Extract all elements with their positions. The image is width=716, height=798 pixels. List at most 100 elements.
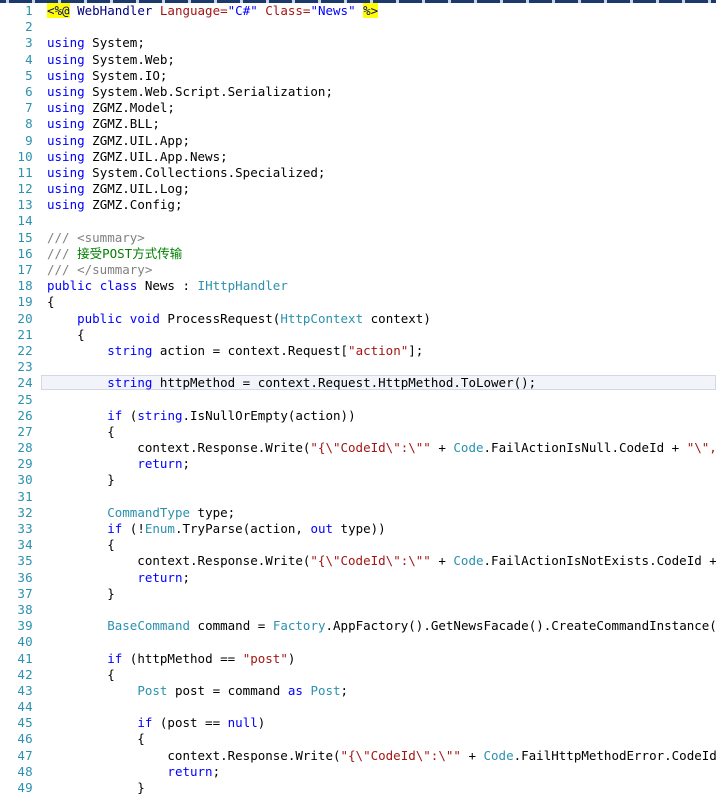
line-number[interactable]: 45 [0,715,33,731]
code-line-text[interactable]: if (post == null) [47,715,265,731]
line-number[interactable]: 5 [0,68,33,84]
line-number[interactable]: 12 [0,181,33,197]
code-line-text[interactable]: BaseCommand command = Factory.AppFactory… [47,618,716,634]
code-line-text[interactable]: string httpMethod = context.Request.Http… [47,375,536,391]
line-number[interactable]: 34 [0,537,33,553]
code-line-text[interactable]: context.Response.Write("{\"CodeId\":\"" … [47,748,716,764]
line-number[interactable]: 38 [0,602,33,618]
line-number[interactable]: 49 [0,780,33,796]
code-line-text[interactable]: /// 接受POST方式传输 [47,246,182,262]
code-line-text[interactable]: return; [47,764,220,780]
code-line-text[interactable]: CommandType type; [47,505,235,521]
code-line-text[interactable]: using System.Web.Script.Serialization; [47,84,333,100]
code-line-text[interactable]: if (!Enum.TryParse(action, out type)) [47,521,385,537]
code-line[interactable]: 37 } [0,586,716,602]
code-line[interactable]: 48 return; [0,764,716,780]
code-line[interactable]: 19 { [0,294,716,310]
line-number[interactable]: 19 [0,294,33,310]
line-number[interactable]: 21 [0,327,33,343]
code-line-text[interactable]: context.Response.Write("{\"CodeId\":\"" … [47,440,716,456]
code-line[interactable]: 15 /// <summary> [0,230,716,246]
code-line[interactable]: 35 context.Response.Write("{\"CodeId\":\… [0,553,716,569]
line-number[interactable]: 29 [0,456,33,472]
code-line-text[interactable]: { [47,424,115,440]
code-line-text[interactable]: return; [47,570,190,586]
line-number[interactable]: 32 [0,505,33,521]
code-line[interactable]: 38 [0,602,716,618]
code-line[interactable]: 27 { [0,424,716,440]
line-number[interactable]: 26 [0,408,33,424]
code-line-text[interactable]: context.Response.Write("{\"CodeId\":\"" … [47,553,716,569]
code-line-text[interactable]: { [47,294,55,310]
code-line[interactable]: 42 { [0,667,716,683]
line-number[interactable]: 44 [0,699,33,715]
code-line[interactable]: 3 using System; [0,35,716,51]
code-line[interactable]: 14 [0,213,716,229]
line-number[interactable]: 18 [0,278,33,294]
code-line[interactable]: 41 if (httpMethod == "post") [0,651,716,667]
line-number[interactable]: 24 [0,375,33,391]
line-number[interactable]: 9 [0,133,33,149]
line-number[interactable]: 2 [0,19,33,35]
code-text-area[interactable]: 1 <%@ WebHandler Language="C#" Class="New… [0,3,716,798]
code-line[interactable]: 40 [0,634,716,650]
code-line-text[interactable]: } [47,780,145,796]
code-line-text[interactable]: Post post = command as Post; [47,683,348,699]
code-line-text[interactable]: { [47,537,115,553]
line-number[interactable]: 48 [0,764,33,780]
code-line[interactable]: 26 if (string.IsNullOrEmpty(action)) [0,408,716,424]
code-line[interactable]: 25 [0,392,716,408]
code-editor[interactable]: 1 <%@ WebHandler Language="C#" Class="New… [0,3,716,798]
code-line[interactable]: 32 CommandType type; [0,505,716,521]
line-number[interactable]: 13 [0,197,33,213]
code-line[interactable]: 36 return; [0,570,716,586]
line-number[interactable]: 30 [0,472,33,488]
code-line[interactable]: 23 [0,359,716,375]
code-line[interactable]: 16 /// 接受POST方式传输 [0,246,716,262]
code-line-text[interactable]: using ZGMZ.Config; [47,197,182,213]
line-number[interactable]: 20 [0,311,33,327]
code-line[interactable]: 34 { [0,537,716,553]
line-number[interactable]: 16 [0,246,33,262]
line-number[interactable]: 46 [0,731,33,747]
code-line-text[interactable]: /// </summary> [47,262,152,278]
line-number[interactable]: 3 [0,35,33,51]
code-line-text[interactable]: using System.IO; [47,68,167,84]
code-line-text[interactable]: string action = context.Request["action"… [47,343,423,359]
code-line-text[interactable]: using ZGMZ.UIL.App.News; [47,149,228,165]
code-line-text[interactable]: /// <summary> [47,230,145,246]
code-line[interactable]: 39 BaseCommand command = Factory.AppFact… [0,618,716,634]
line-number[interactable]: 22 [0,343,33,359]
code-line-text[interactable]: using ZGMZ.Model; [47,100,175,116]
code-line[interactable]: 24 string httpMethod = context.Request.H… [0,375,716,391]
code-line[interactable]: 20 public void ProcessRequest(HttpContex… [0,311,716,327]
code-line[interactable]: 10 using ZGMZ.UIL.App.News; [0,149,716,165]
code-line-text[interactable]: using ZGMZ.UIL.App; [47,133,190,149]
code-line[interactable]: 1 <%@ WebHandler Language="C#" Class="New… [0,3,716,19]
code-line-text[interactable]: } [47,472,115,488]
code-line[interactable]: 46 { [0,731,716,747]
line-number[interactable]: 10 [0,149,33,165]
code-line[interactable]: 47 context.Response.Write("{\"CodeId\":\… [0,748,716,764]
code-line[interactable]: 44 [0,699,716,715]
code-line[interactable]: 18 public class News : IHttpHandler [0,278,716,294]
line-number[interactable]: 17 [0,262,33,278]
code-line-text[interactable]: public void ProcessRequest(HttpContext c… [47,311,431,327]
code-line-text[interactable]: using System.Collections.Specialized; [47,165,325,181]
line-number[interactable]: 14 [0,213,33,229]
code-line[interactable]: 30 } [0,472,716,488]
code-line[interactable]: 11 using System.Collections.Specialized; [0,165,716,181]
line-number[interactable]: 41 [0,651,33,667]
code-line[interactable]: 45 if (post == null) [0,715,716,731]
code-line[interactable]: 29 return; [0,456,716,472]
code-line-text[interactable]: } [47,586,115,602]
code-line[interactable]: 28 context.Response.Write("{\"CodeId\":\… [0,440,716,456]
code-line-text[interactable]: using System; [47,35,145,51]
line-number[interactable]: 33 [0,521,33,537]
code-line-text[interactable]: public class News : IHttpHandler [47,278,288,294]
code-line[interactable]: 9 using ZGMZ.UIL.App; [0,133,716,149]
line-number[interactable]: 11 [0,165,33,181]
code-line[interactable]: 7 using ZGMZ.Model; [0,100,716,116]
code-line-text[interactable]: using System.Web; [47,52,175,68]
line-number[interactable]: 23 [0,359,33,375]
